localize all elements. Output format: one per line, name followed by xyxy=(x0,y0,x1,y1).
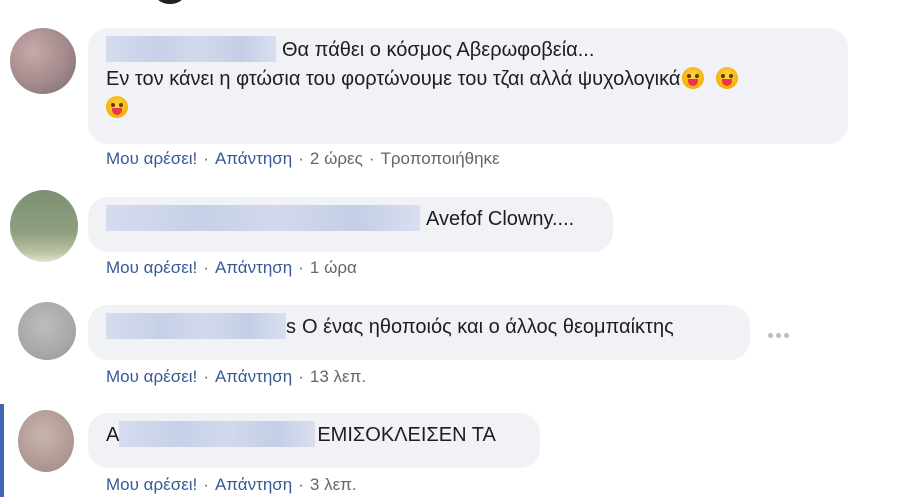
comment-text-line1: Θα πάθει ο κόσμος Αβερωφοβεία... xyxy=(282,39,595,61)
comment-text-prefix: Α xyxy=(106,424,120,446)
tongue-out-emoji-icon xyxy=(682,66,705,89)
reply-link[interactable]: Απάντηση xyxy=(215,367,292,386)
comment-actions: Μου αρέσει! · Απάντηση · 3 λεπ. xyxy=(106,475,357,494)
comment-text: Avefof Clowny.... xyxy=(426,208,575,230)
comment-actions: Μου αρέσει! · Απάντηση · 2 ώρες · Τροποποιήθηκ… xyxy=(106,149,500,168)
previous-comment-actions xyxy=(150,0,850,6)
tongue-out-emoji-icon xyxy=(106,95,128,118)
new-comment-indicator xyxy=(0,404,4,497)
like-link[interactable]: Μου αρέσει! xyxy=(106,475,197,494)
blurred-author-name[interactable] xyxy=(106,312,286,339)
avatar[interactable] xyxy=(18,302,76,360)
comment-actions: Μου αρέσει! · Απάντηση · 1 ώρα xyxy=(106,258,357,277)
like-link[interactable]: Μου αρέσει! xyxy=(106,258,197,277)
timestamp[interactable]: 1 ώρα xyxy=(310,258,357,277)
avatar[interactable] xyxy=(18,410,74,472)
like-link[interactable]: Μου αρέσει! xyxy=(106,149,197,168)
reply-link[interactable]: Απάντηση xyxy=(215,258,292,277)
comment-text-prefix: s xyxy=(286,316,296,338)
timestamp[interactable]: 3 λεπ. xyxy=(310,475,357,494)
comment-bubble: Avefof Clowny.... xyxy=(88,197,613,252)
timestamp[interactable]: 2 ώρες xyxy=(310,149,363,168)
like-link[interactable]: Μου αρέσει! xyxy=(106,367,197,386)
blurred-author-name[interactable] xyxy=(106,204,420,231)
comment-actions: Μου αρέσει! · Απάντηση · 13 λεπ. xyxy=(106,367,367,386)
comment-text-line2: Εν τον κάνει η φτώσια του φορτώνουμε του… xyxy=(106,68,681,90)
comment-bubble: Α ΕΜΙΣΟΚΛΕΙΣΕΝ ΤΑ xyxy=(88,413,540,468)
comment-bubble: Θα πάθει ο κόσμος Αβερωφοβεία... Εν τον … xyxy=(88,28,848,144)
avatar xyxy=(156,0,184,4)
avatar[interactable] xyxy=(10,190,78,262)
comment-bubble: s Ο ένας ηθοποιός και ο άλλος θεομπαίκτης xyxy=(88,305,750,360)
timestamp[interactable]: 13 λεπ. xyxy=(310,367,366,386)
comment-text: Ο ένας ηθοποιός και ο άλλος θεομπαίκτης xyxy=(302,316,674,338)
blurred-author-name[interactable] xyxy=(106,35,276,62)
blurred-author-name[interactable] xyxy=(119,420,316,447)
tongue-out-emoji-icon xyxy=(716,66,739,89)
reply-link[interactable]: Απάντηση xyxy=(215,149,292,168)
reply-link[interactable]: Απάντηση xyxy=(215,475,292,494)
edited-label[interactable]: Τροποποιήθηκε xyxy=(381,149,500,168)
more-options-icon[interactable] xyxy=(768,330,792,340)
comment-text: ΕΜΙΣΟΚΛΕΙΣΕΝ ΤΑ xyxy=(317,424,496,446)
avatar[interactable] xyxy=(10,28,76,94)
